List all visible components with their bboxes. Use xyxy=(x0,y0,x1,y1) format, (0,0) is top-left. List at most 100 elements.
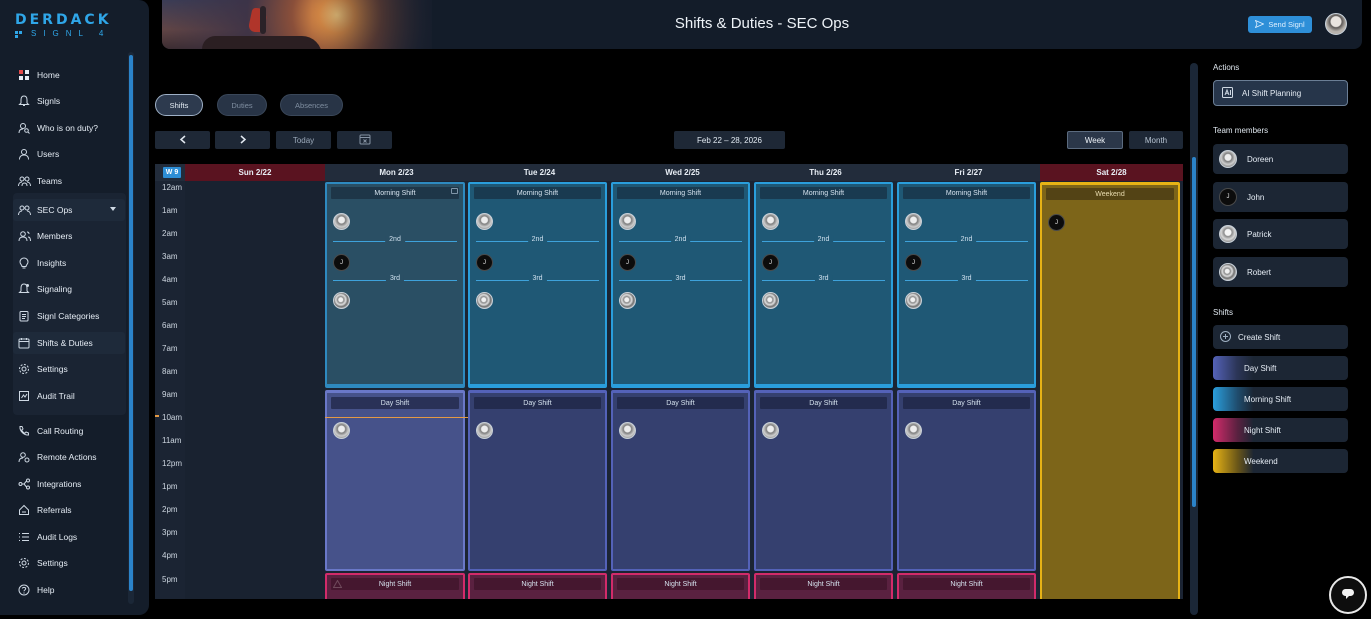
shift-block-night[interactable]: Night Shift xyxy=(325,573,465,599)
member-avatar[interactable]: J xyxy=(619,254,636,271)
sidebar-item-users[interactable]: Users xyxy=(13,143,125,165)
member-avatar[interactable] xyxy=(619,422,636,439)
sidebar-item-integrations[interactable]: Integrations xyxy=(13,473,125,495)
sidebar-item-shifts-duties[interactable]: Shifts & Duties xyxy=(13,332,125,354)
time-label: 7am xyxy=(162,344,178,353)
sidebar-item-help[interactable]: Help xyxy=(13,579,125,601)
member-avatar[interactable]: J xyxy=(476,254,493,271)
shift-block-morning[interactable]: Morning Shift 2nd J 3rd xyxy=(897,182,1036,388)
member-avatar[interactable] xyxy=(476,422,493,439)
shift-block-day[interactable]: Day Shift xyxy=(611,390,750,571)
shift-type-morning[interactable]: Morning Shift xyxy=(1213,387,1348,411)
team-selector[interactable]: SEC Ops xyxy=(13,199,125,221)
separator: 2nd xyxy=(905,236,1028,243)
member-avatar xyxy=(1219,263,1237,281)
member-avatar[interactable] xyxy=(762,213,779,230)
ai-shift-planning-button[interactable]: AI Shift Planning xyxy=(1213,80,1348,106)
member-avatar: J xyxy=(1219,188,1237,206)
shift-type-day[interactable]: Day Shift xyxy=(1213,356,1348,380)
shift-type-weekend[interactable]: Weekend xyxy=(1213,449,1348,473)
tab-shifts[interactable]: Shifts xyxy=(155,94,203,116)
shift-label: Day Shift xyxy=(903,397,1030,409)
sidebar-item-teams[interactable]: Teams xyxy=(13,170,125,192)
shift-block-morning[interactable]: Morning Shift 2nd J 3rd xyxy=(754,182,893,388)
tab-absences[interactable]: Absences xyxy=(280,94,343,116)
sidebar-item-audit-logs[interactable]: Audit Logs xyxy=(13,526,125,548)
sidebar-item-call-routing[interactable]: Call Routing xyxy=(13,420,125,442)
today-button[interactable]: Today xyxy=(276,131,331,149)
gear-icon xyxy=(17,362,31,376)
plus-circle-icon xyxy=(1220,330,1231,344)
shift-type-night[interactable]: Night Shift xyxy=(1213,418,1348,442)
member-avatar[interactable] xyxy=(905,292,922,309)
member-avatar[interactable] xyxy=(333,213,350,230)
main-scrollbar-thumb[interactable] xyxy=(1192,157,1196,507)
chat-button[interactable] xyxy=(1329,576,1367,614)
member-patrick[interactable]: Patrick xyxy=(1213,219,1348,249)
shift-type-label: Weekend xyxy=(1244,456,1278,466)
member-avatar[interactable] xyxy=(333,422,350,439)
shift-block-morning[interactable]: Morning Shift 2nd J 3rd xyxy=(325,182,465,388)
sidebar-item-insights[interactable]: Insights xyxy=(13,252,125,274)
next-week-button[interactable] xyxy=(215,131,270,149)
sidebar-item-members[interactable]: Members xyxy=(13,225,125,247)
member-name: Patrick xyxy=(1247,229,1272,239)
send-signl-button[interactable]: Send Signl xyxy=(1248,16,1312,33)
member-avatar[interactable] xyxy=(619,292,636,309)
member-avatar[interactable] xyxy=(762,292,779,309)
previous-week-button[interactable] xyxy=(155,131,210,149)
shift-block-day[interactable]: Day Shift xyxy=(754,390,893,571)
shift-block-night[interactable]: Night Shift xyxy=(611,573,750,599)
date-picker-button[interactable] xyxy=(337,131,392,149)
sidebar-item-signls[interactable]: Signls xyxy=(13,90,125,112)
member-avatar[interactable] xyxy=(905,213,922,230)
shift-block-morning[interactable]: Morning Shift 2nd J 3rd xyxy=(468,182,607,388)
month-view-button[interactable]: Month xyxy=(1129,131,1183,149)
time-label: 8am xyxy=(162,367,178,376)
user-avatar[interactable] xyxy=(1325,13,1347,35)
sidebar-item-remote-actions[interactable]: Remote Actions xyxy=(13,446,125,468)
member-robert[interactable]: Robert xyxy=(1213,257,1348,287)
sidebar-item-signaling[interactable]: Signaling xyxy=(13,278,125,300)
day-column-sun[interactable] xyxy=(185,181,325,599)
sidebar-item-label: Referrals xyxy=(37,505,72,515)
member-avatar[interactable] xyxy=(476,213,493,230)
member-avatar[interactable] xyxy=(333,292,350,309)
member-name: Robert xyxy=(1247,267,1272,277)
logo[interactable]: DERDACK SIGNL 4 xyxy=(15,12,125,42)
ai-shift-planning-label: AI Shift Planning xyxy=(1242,88,1302,98)
shift-type-label: Day Shift xyxy=(1244,363,1277,373)
shift-block-day[interactable]: Day Shift xyxy=(897,390,1036,571)
create-shift-button[interactable]: Create Shift xyxy=(1213,325,1348,349)
shift-block-morning[interactable]: Morning Shift 2nd J 3rd xyxy=(611,182,750,388)
shift-block-night[interactable]: Night Shift xyxy=(468,573,607,599)
shift-block-night[interactable]: Night Shift xyxy=(754,573,893,599)
shift-label: Day Shift xyxy=(331,397,459,409)
sidebar-item-settings[interactable]: Settings xyxy=(13,552,125,574)
shift-block-night[interactable]: Night Shift xyxy=(897,573,1036,599)
day-header-sun: Sun 2/22 xyxy=(185,164,325,181)
sidebar-scrollbar-thumb[interactable] xyxy=(129,55,133,591)
shift-block-day[interactable]: Day Shift xyxy=(468,390,607,571)
sidebar-item-label: Teams xyxy=(37,176,63,186)
tab-duties[interactable]: Duties xyxy=(217,94,267,116)
sidebar-item-who-is-on-duty[interactable]: Who is on duty? xyxy=(13,117,125,139)
shift-block-weekend[interactable]: Weekend J xyxy=(1040,182,1180,599)
sidebar-item-referrals[interactable]: Referrals xyxy=(13,499,125,521)
member-avatar[interactable] xyxy=(905,422,922,439)
member-avatar[interactable]: J xyxy=(1048,214,1065,231)
sidebar-item-audit-trail[interactable]: Audit Trail xyxy=(13,385,125,407)
sidebar-item-team-settings[interactable]: Settings xyxy=(13,358,125,380)
member-avatar[interactable] xyxy=(762,422,779,439)
member-john[interactable]: J John xyxy=(1213,182,1348,212)
sidebar-item-home[interactable]: Home xyxy=(13,64,125,86)
sidebar-item-signl-categories[interactable]: Signl Categories xyxy=(13,305,125,327)
member-avatar[interactable]: J xyxy=(333,254,350,271)
week-view-button[interactable]: Week xyxy=(1067,131,1123,149)
member-avatar[interactable] xyxy=(476,292,493,309)
page-title: Shifts & Duties - SEC Ops xyxy=(674,15,850,32)
member-avatar[interactable]: J xyxy=(905,254,922,271)
member-avatar[interactable] xyxy=(619,213,636,230)
member-avatar[interactable]: J xyxy=(762,254,779,271)
member-doreen[interactable]: Doreen xyxy=(1213,144,1348,174)
